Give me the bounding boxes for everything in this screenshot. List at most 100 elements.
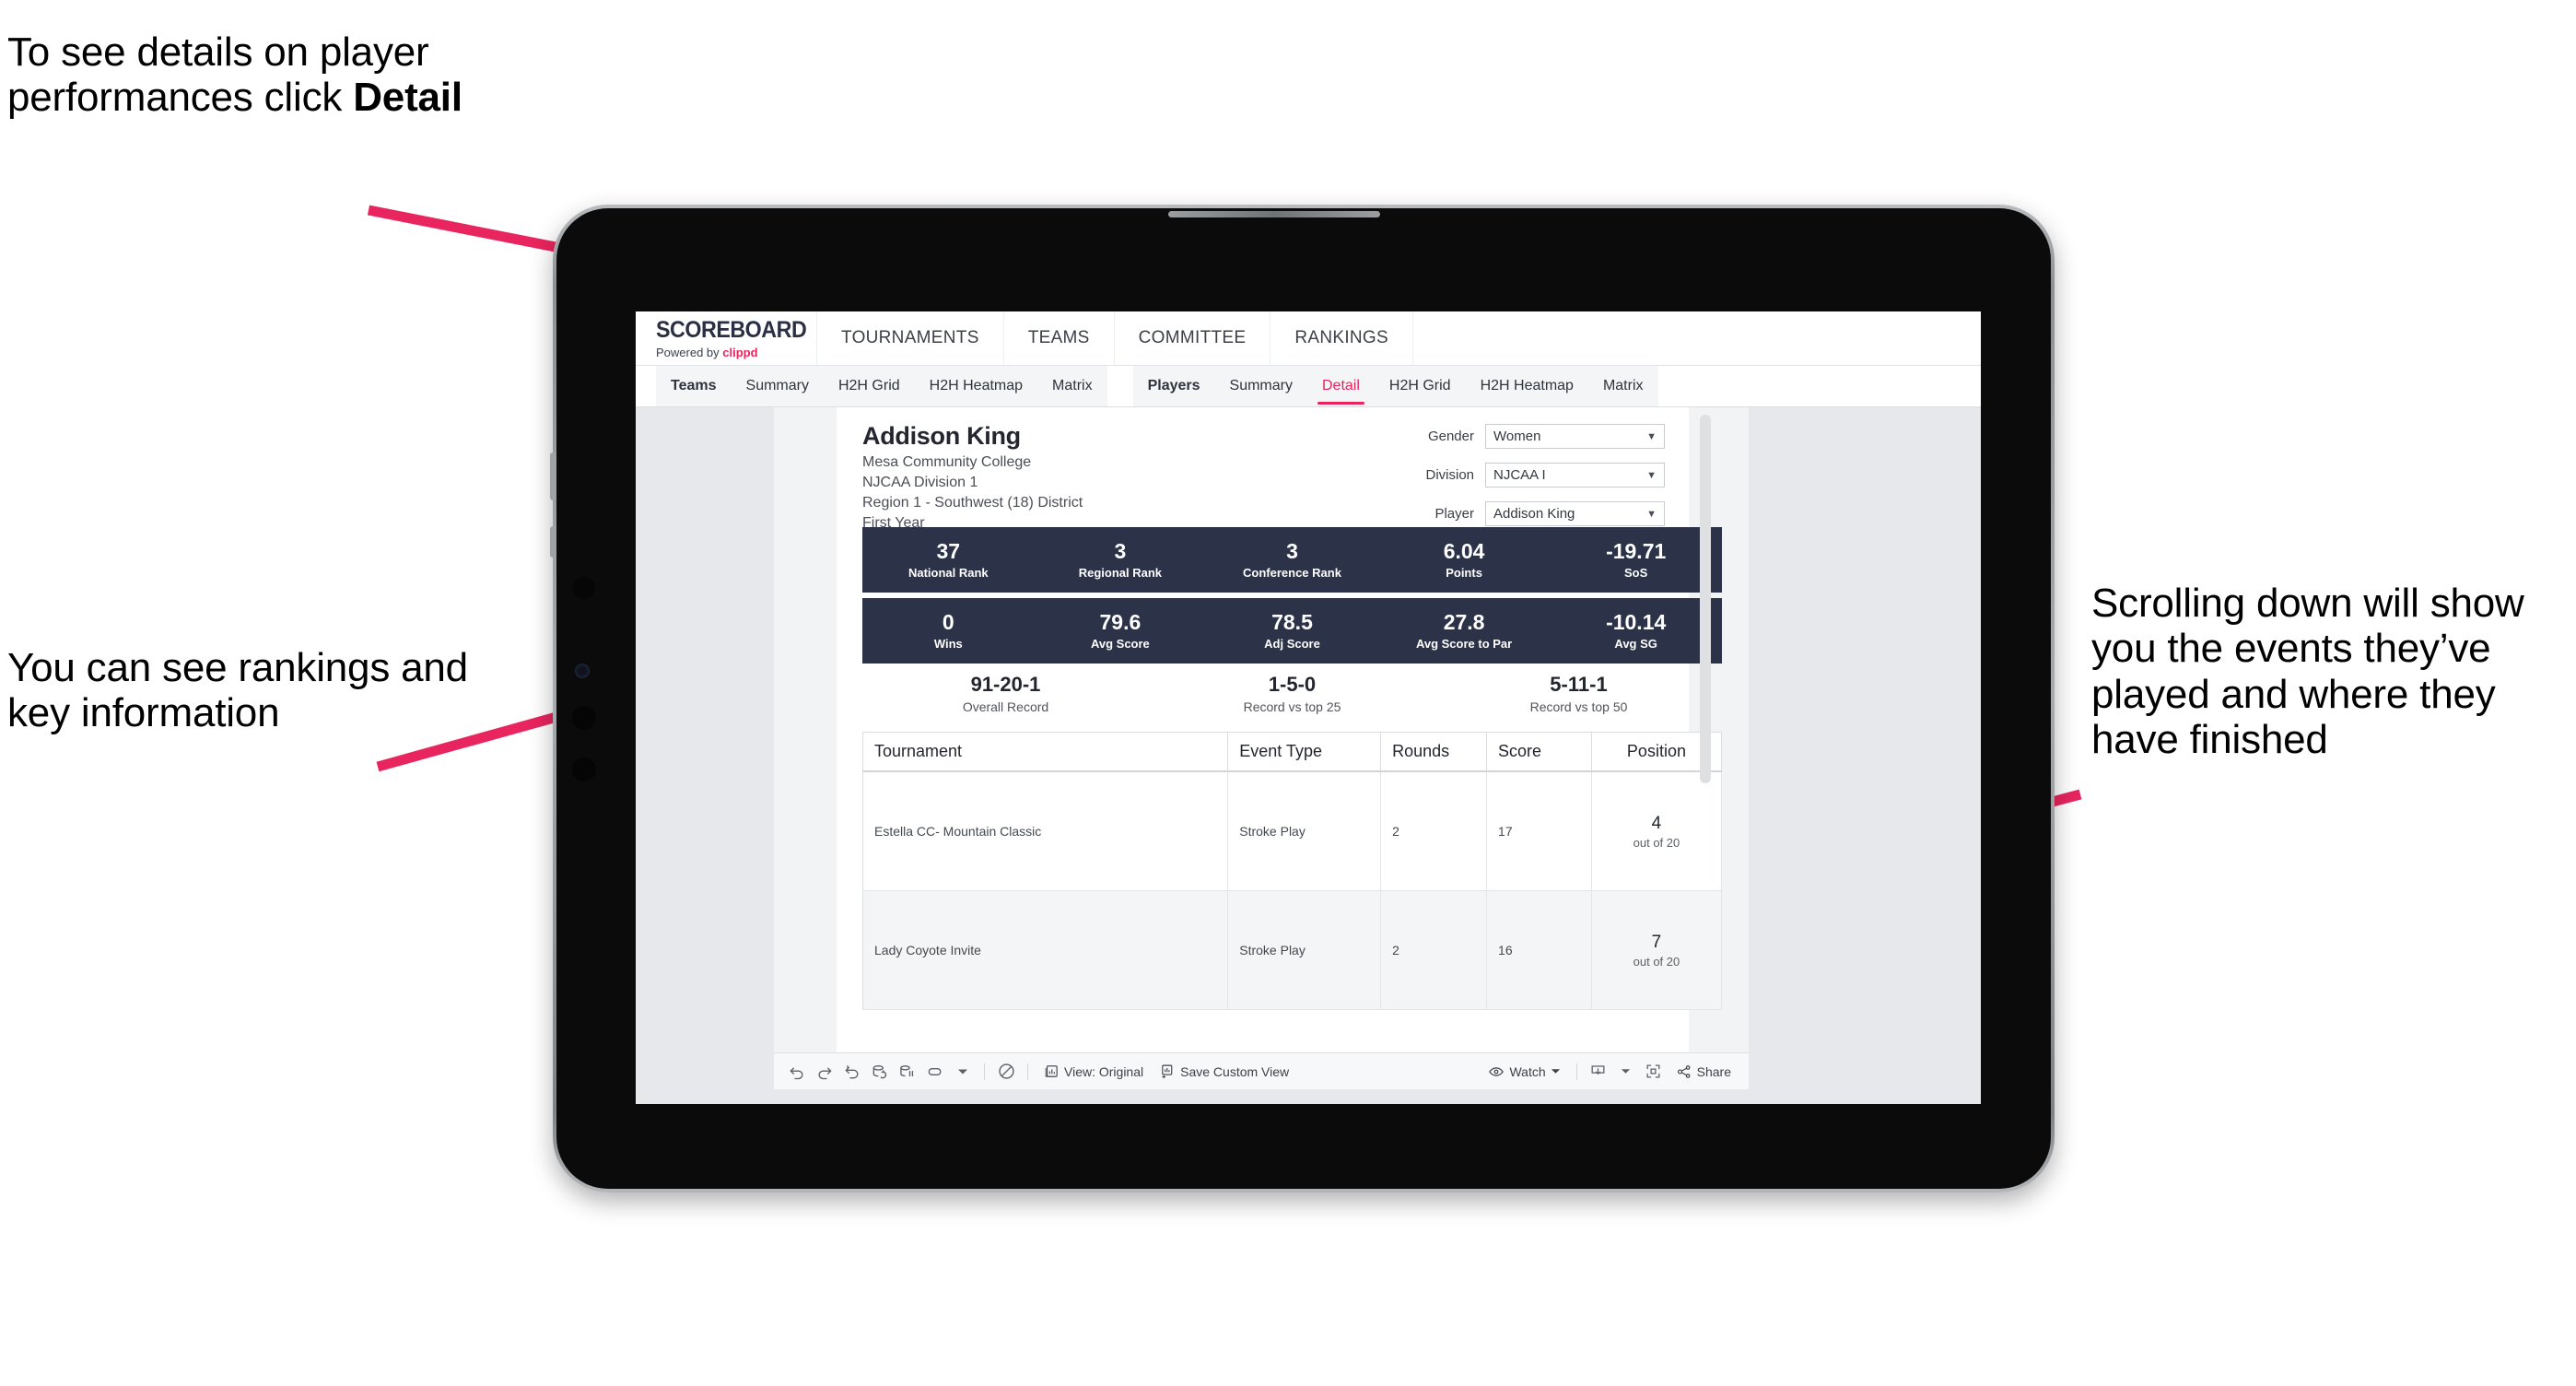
- refresh-data-icon[interactable]: [866, 1060, 894, 1084]
- stat-avg-score-value: 79.6: [1099, 609, 1142, 634]
- tab-teams-matrix[interactable]: Matrix: [1037, 366, 1107, 406]
- stat-adj-score-value: 78.5: [1271, 609, 1313, 634]
- top-nav-tournaments[interactable]: TOURNAMENTS: [817, 311, 1004, 365]
- player-header: Addison King Mesa Community College NJCA…: [862, 422, 1083, 532]
- table-header-row: Tournament Event Type Rounds Score Posit…: [862, 732, 1723, 772]
- chevron-down-icon-download[interactable]: [1612, 1060, 1640, 1084]
- watch-button[interactable]: Watch: [1480, 1063, 1568, 1080]
- brand-title: SCOREBOARD: [656, 317, 807, 343]
- toolbar-divider-1: [984, 1063, 985, 1080]
- save-view-icon: [1160, 1063, 1176, 1079]
- watch-label: Watch: [1509, 1063, 1546, 1079]
- top-nav-rankings[interactable]: RANKINGS: [1270, 311, 1413, 365]
- brand-logo[interactable]: SCOREBOARD Powered by clippd: [636, 311, 817, 365]
- filter-gender-label: Gender: [1427, 429, 1474, 444]
- division-select-value: NJCAA I: [1493, 467, 1546, 483]
- filter-player-label: Player: [1434, 506, 1474, 522]
- tab-players[interactable]: Players: [1133, 366, 1215, 406]
- record-top50-label: Record vs top 50: [1529, 699, 1628, 714]
- player-select[interactable]: Addison King ▼: [1485, 501, 1665, 526]
- player-school: Mesa Community College: [862, 454, 1032, 470]
- stat-conference-rank-label: Conference Rank: [1243, 566, 1341, 581]
- column-rounds[interactable]: Rounds: [1380, 732, 1488, 772]
- top-nav-committee[interactable]: COMMITTEE: [1115, 311, 1271, 365]
- record-top25-label: Record vs top 25: [1243, 699, 1341, 714]
- tab-players-detail[interactable]: Detail: [1307, 366, 1375, 406]
- stat-avg-score-to-par-label: Avg Score to Par: [1415, 637, 1513, 652]
- undo-icon[interactable]: [783, 1060, 811, 1084]
- tab-players-summary[interactable]: Summary: [1215, 366, 1307, 406]
- table-row[interactable]: Estella CC- Mountain Classic Stroke Play…: [862, 771, 1723, 891]
- stat-wins: 0 Wins: [862, 611, 1035, 651]
- pause-data-icon[interactable]: [894, 1060, 921, 1084]
- tab-teams-summary[interactable]: Summary: [732, 366, 824, 406]
- player-detail-panel: Addison King Mesa Community College NJCA…: [837, 407, 1723, 1052]
- tab-players-matrix[interactable]: Matrix: [1588, 366, 1658, 406]
- stat-avg-sg-label: Avg SG: [1614, 637, 1657, 652]
- view-icon: [1044, 1063, 1060, 1079]
- sensor-icon-2: [572, 706, 596, 730]
- fullscreen-icon[interactable]: [1640, 1060, 1668, 1084]
- column-event-type[interactable]: Event Type: [1227, 732, 1382, 772]
- toolbar-divider-3: [1575, 1063, 1577, 1080]
- chevron-down-icon: ▼: [1646, 430, 1657, 442]
- table-row[interactable]: Lady Coyote Invite Stroke Play 2 16 7 ou…: [862, 890, 1723, 1010]
- stat-regional-rank-value: 3: [1114, 538, 1127, 563]
- player-select-value: Addison King: [1493, 506, 1575, 522]
- tab-teams[interactable]: Teams: [656, 366, 732, 406]
- indicator-led-icon: [580, 625, 587, 632]
- stats-bar-scoring: 0 Wins 79.6 Avg Score 78.5 Adj Score 27.…: [862, 598, 1722, 664]
- panel-scrollbar[interactable]: [1700, 415, 1711, 783]
- stat-avg-score-label: Avg Score: [1090, 637, 1150, 652]
- cell-tournament: Estella CC- Mountain Classic: [862, 771, 1229, 891]
- cell-position-subtext: out of 20: [1633, 835, 1680, 850]
- player-region: Region 1 - Southwest (18) District: [862, 495, 1083, 511]
- sub-nav: Teams Summary H2H Grid H2H Heatmap Matri…: [636, 366, 1981, 407]
- cell-position: 7 out of 20: [1591, 890, 1723, 1010]
- record-top25: 1-5-0 Record vs top 25: [1149, 673, 1435, 714]
- view-original-button[interactable]: View: Original: [1036, 1063, 1152, 1079]
- stat-national-rank-value: 37: [936, 538, 961, 563]
- chevron-down-icon-3: ▼: [1646, 508, 1657, 520]
- chevron-down-icon-toolbar[interactable]: [949, 1060, 977, 1084]
- share-button[interactable]: Share: [1668, 1063, 1739, 1080]
- download-icon[interactable]: [1585, 1060, 1612, 1084]
- filter-panel: Gender Women ▼ Division NJCAA I ▼ Player…: [1379, 424, 1665, 540]
- stat-conference-rank-value: 3: [1286, 538, 1298, 563]
- chevron-down-icon-watch: [1551, 1066, 1561, 1076]
- revert-icon[interactable]: [838, 1060, 866, 1084]
- division-select[interactable]: NJCAA I ▼: [1485, 463, 1665, 487]
- chevron-down-icon-2: ▼: [1646, 469, 1657, 481]
- stat-adj-score: 78.5 Adj Score: [1206, 611, 1378, 651]
- tab-players-h2h-grid[interactable]: H2H Grid: [1375, 366, 1466, 406]
- pause-auto-update-icon[interactable]: [992, 1060, 1020, 1084]
- pill-shape-icon[interactable]: [921, 1060, 949, 1084]
- column-score[interactable]: Score: [1486, 732, 1592, 772]
- stat-avg-score: 79.6 Avg Score: [1035, 611, 1207, 651]
- tab-teams-h2h-grid[interactable]: H2H Grid: [824, 366, 915, 406]
- tab-group-players: Players Summary Detail H2H Grid H2H Heat…: [1132, 366, 1658, 406]
- volume-up-button[interactable]: [550, 452, 556, 500]
- app-header: SCOREBOARD Powered by clippd TOURNAMENTS…: [636, 311, 1981, 366]
- volume-down-button[interactable]: [550, 526, 556, 558]
- callout-scrolling-events: Scrolling down will show you the events …: [2091, 581, 2524, 762]
- stat-national-rank: 37 National Rank: [862, 540, 1035, 580]
- player-division: NJCAA Division 1: [862, 475, 978, 490]
- column-tournament[interactable]: Tournament: [862, 732, 1229, 772]
- page-title: Addison King: [862, 422, 1021, 450]
- tab-teams-h2h-heatmap[interactable]: H2H Heatmap: [915, 366, 1037, 406]
- cell-position: 4 out of 20: [1591, 771, 1723, 891]
- redo-icon[interactable]: [811, 1060, 838, 1084]
- tab-players-h2h-heatmap[interactable]: H2H Heatmap: [1466, 366, 1588, 406]
- gender-select[interactable]: Women ▼: [1485, 424, 1665, 449]
- top-nav-teams[interactable]: TEAMS: [1004, 311, 1115, 365]
- stat-wins-value: 0: [942, 609, 954, 634]
- sensor-icon: [573, 577, 595, 599]
- record-top50-value: 5-11-1: [1550, 673, 1608, 696]
- save-custom-view-button[interactable]: Save Custom View: [1152, 1063, 1297, 1079]
- stat-national-rank-label: National Rank: [907, 566, 989, 581]
- tablet-device: SCOREBOARD Powered by clippd TOURNAMENTS…: [550, 205, 2055, 1192]
- cell-score: 17: [1486, 771, 1592, 891]
- share-icon: [1676, 1063, 1692, 1080]
- events-table: Tournament Event Type Rounds Score Posit…: [862, 732, 1723, 1010]
